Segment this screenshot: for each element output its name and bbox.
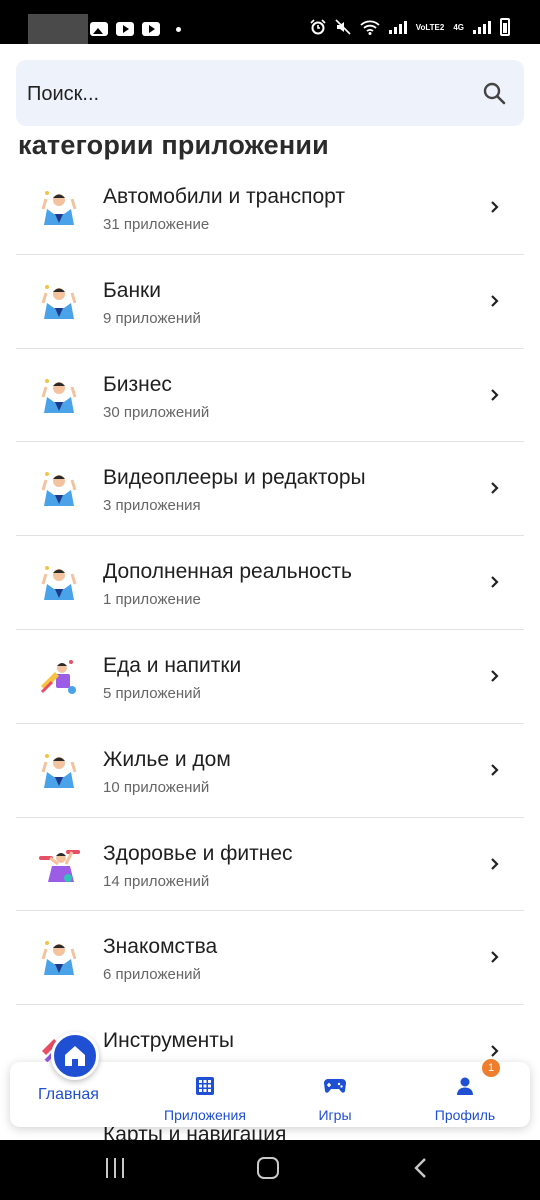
person-celebrating-icon [41,284,77,319]
nav-profile-label: Профиль [434,1107,496,1123]
wifi-icon [360,20,380,35]
system-home-icon[interactable] [257,1157,279,1179]
profile-icon [457,1077,473,1095]
category-title: Знакомства [103,935,218,959]
category-item-dating[interactable]: Знакомства 6 приложений [16,911,524,1006]
network-label: VoLTE2 [415,22,445,32]
category-count: 31 приложение [103,216,210,233]
person-celebrating-icon [41,472,77,507]
home-icon [65,1046,85,1066]
search-input[interactable]: Поиск... [27,83,99,106]
apps-grid-icon [196,1077,214,1095]
signal-icon-2 [473,20,491,34]
person-celebrating-icon [41,941,77,976]
chevron-right-icon [491,857,499,870]
recent-apps-icon[interactable] [106,1158,124,1178]
category-title: Еда и напитки [103,653,242,677]
nav-apps-label: Приложения [164,1107,246,1123]
category-count: 1 приложение [103,591,201,609]
category-title: Инструменты [103,1029,234,1053]
person-celebrating-icon [41,378,77,413]
category-title: Бизнес [103,372,172,396]
chevron-right-icon [491,951,499,964]
category-item-home[interactable]: Жилье и дом 10 приложений [16,724,524,818]
nav-tab-apps[interactable]: Приложения [150,1062,260,1127]
chevron-right-icon [491,670,499,682]
category-title: Дополненная реальность [103,560,352,584]
home-button[interactable] [51,1032,99,1080]
category-item-banks[interactable]: Банки 9 приложений [16,255,524,349]
chevron-right-icon [491,295,499,307]
category-count: 10 приложений [103,778,210,796]
gallery-notification-icon [90,22,108,36]
category-item-video[interactable]: Видеоплееры и редакторы 3 приложения [16,442,524,537]
signal-icon [388,20,407,34]
search-icon[interactable] [482,81,506,105]
category-count: 9 приложений [103,309,201,327]
mute-icon [335,19,351,35]
status-bar: VoLTE2 4G [0,0,540,44]
nav-tab-games[interactable]: Игры [290,1062,380,1127]
notification-icons [90,22,181,36]
category-count: 3 приложения [103,497,201,515]
category-item-auto[interactable]: Автомобили и транспорт 31 приложение [16,161,524,255]
category-title: Жилье и дом [103,747,231,771]
redacted-time [28,14,88,44]
category-title: Банки [103,278,161,302]
category-item-ar[interactable]: Дополненная реальность 1 приложение [16,536,524,630]
youtube-notification-icon [116,22,134,36]
chevron-right-icon [491,576,499,588]
page-title: категории приложении [18,130,329,160]
chevron-right-icon [491,388,499,401]
gamepad-icon [324,1079,346,1093]
category-title: Видеоплееры и редакторы [103,466,366,490]
category-item-health[interactable]: Здоровье и фитнес 14 приложений [16,818,524,912]
chevron-right-icon [491,764,499,776]
list-item-peek[interactable]: Карты и навигация [0,1127,540,1140]
system-navigation-bar [0,1140,540,1200]
category-item-business[interactable]: Бизнес 30 приложений [16,349,524,443]
category-list: Автомобили и транспорт 31 приложение Бан… [16,161,524,1099]
category-count: 14 приложений [103,872,210,890]
category-item-food[interactable]: Еда и напитки 5 приложений [16,630,524,724]
youtube-notification-icon-2 [142,22,160,36]
back-icon[interactable] [410,1156,432,1180]
category-count: 5 приложений [103,684,201,702]
food-illustration-icon [40,659,76,694]
chevron-right-icon [491,482,499,495]
person-celebrating-icon [41,753,77,788]
notification-badge: 1 [480,1057,502,1079]
battery-icon [500,18,510,36]
network-type: 4G [453,22,464,32]
chevron-right-icon [491,201,499,213]
person-celebrating-icon [41,191,77,225]
fitness-illustration-icon [39,849,80,882]
search-bar[interactable]: Поиск... [16,60,524,126]
more-notifications-icon [176,26,181,32]
bottom-navigation: Главная Приложения Игры 1 Профиль [10,1032,530,1127]
system-icons: VoLTE2 4G [310,18,510,36]
nav-home-label[interactable]: Главная [38,1086,99,1104]
category-count: 30 приложений [103,403,210,421]
category-title: Карты и навигация [103,1127,287,1140]
nav-tab-profile[interactable]: 1 Профиль [420,1057,510,1127]
nav-games-label: Игры [318,1107,352,1123]
person-celebrating-icon [41,566,77,601]
category-title: Здоровье и фитнес [103,841,293,865]
alarm-icon [310,19,326,35]
category-title: Автомобили и транспорт [103,185,345,208]
category-count: 6 приложений [103,966,201,984]
